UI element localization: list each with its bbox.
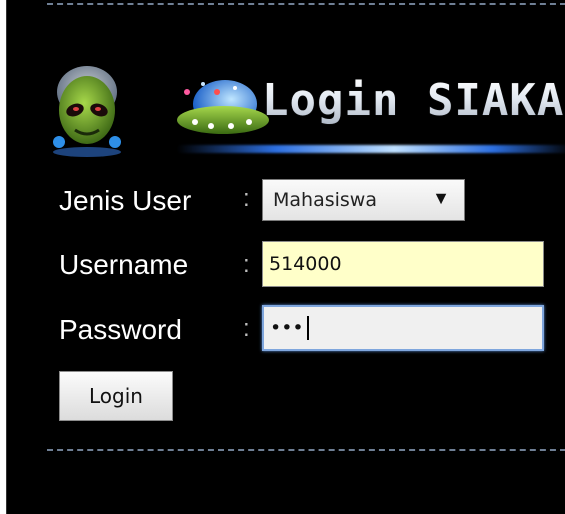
user-type-select[interactable]: Mahasiswa ▼	[262, 179, 465, 221]
banner-glow-line	[177, 145, 565, 153]
colon-separator: :	[243, 315, 250, 342]
username-label: Username	[59, 249, 189, 280]
triangle-down-icon: ▼	[432, 188, 450, 208]
alien-mascot-icon	[53, 66, 121, 157]
login-panel: Login SIAKAD Jenis User : Mahasiswa ▼ Us…	[6, 0, 565, 514]
password-label: Password	[59, 314, 182, 345]
bottom-divider	[47, 449, 565, 451]
text-caret	[306, 316, 309, 340]
user-type-label: Jenis User	[59, 185, 192, 216]
colon-separator: :	[243, 185, 250, 212]
username-input[interactable]: 514000	[262, 241, 544, 287]
password-input[interactable]: •••	[262, 305, 544, 351]
page-title: Login SIAKAD	[262, 76, 565, 126]
username-value: 514000	[269, 253, 342, 275]
colon-separator: :	[243, 251, 250, 278]
login-button[interactable]: Login	[59, 371, 173, 421]
ufo-icon	[177, 80, 269, 134]
user-type-selected-value: Mahasiswa	[273, 189, 377, 211]
top-divider	[47, 3, 565, 5]
password-mask: •••	[270, 317, 304, 339]
